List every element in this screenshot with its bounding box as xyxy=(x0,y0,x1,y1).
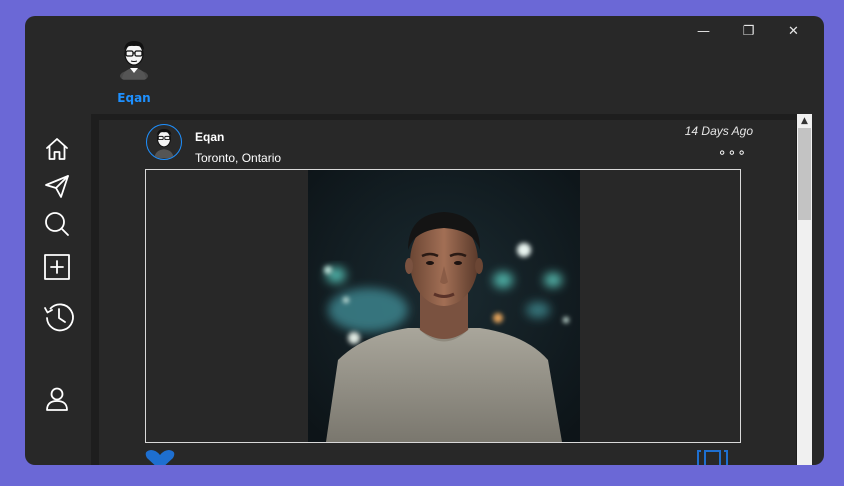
user-icon xyxy=(46,387,68,411)
close-icon: ✕ xyxy=(788,23,799,39)
heart-icon[interactable] xyxy=(144,449,176,465)
post-image[interactable] xyxy=(145,169,741,443)
scroll-up-button[interactable]: ▲ xyxy=(797,114,812,127)
post-photo xyxy=(308,170,580,442)
post-location: Toronto, Ontario xyxy=(195,151,282,165)
sidebar-item-search[interactable] xyxy=(39,206,75,242)
search-icon xyxy=(45,212,69,236)
minimize-icon: — xyxy=(697,23,710,39)
plus-square-icon xyxy=(44,254,70,280)
bookmark-icon[interactable] xyxy=(697,449,731,465)
more-options-button[interactable]: ∘∘∘ xyxy=(718,145,747,161)
window-controls: — ❐ ✕ xyxy=(681,20,816,42)
sidebar-item-new-post[interactable] xyxy=(39,249,75,285)
vertical-scrollbar[interactable]: ▲ xyxy=(797,114,812,465)
sidebar-item-history[interactable] xyxy=(39,297,79,337)
feed: Eqan Toronto, Ontario 14 Days Ago ∘∘∘ xyxy=(91,114,798,465)
profile-name[interactable]: Eqan xyxy=(101,91,167,105)
sidebar-item-profile[interactable] xyxy=(39,381,75,417)
minimize-button[interactable]: — xyxy=(681,20,726,42)
scroll-thumb[interactable] xyxy=(798,128,811,220)
avatar-icon xyxy=(154,129,174,159)
paper-plane-icon xyxy=(45,175,69,198)
close-button[interactable]: ✕ xyxy=(771,20,816,42)
sidebar-item-messages[interactable] xyxy=(39,168,75,204)
post-username[interactable]: Eqan xyxy=(195,130,224,144)
maximize-button[interactable]: ❐ xyxy=(726,20,771,42)
sidebar-item-home[interactable] xyxy=(39,131,75,167)
history-icon xyxy=(44,303,74,332)
profile-header[interactable]: Eqan xyxy=(117,38,151,105)
avatar[interactable] xyxy=(117,38,151,82)
post-avatar[interactable] xyxy=(146,124,182,160)
maximize-icon: ❐ xyxy=(742,23,755,39)
post-card: Eqan Toronto, Ontario 14 Days Ago ∘∘∘ xyxy=(99,120,796,465)
home-icon xyxy=(46,138,68,160)
app-window: — ❐ ✕ Eqan Eqan Toronto, Ontario 14 Days… xyxy=(25,16,824,465)
post-timestamp: 14 Days Ago xyxy=(684,124,753,138)
